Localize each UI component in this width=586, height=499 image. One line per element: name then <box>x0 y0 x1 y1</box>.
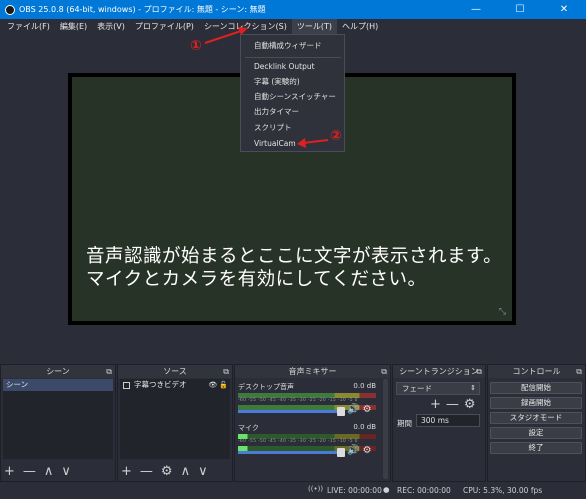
slider-handle[interactable] <box>337 407 345 416</box>
mixer-channel-desktop-audio: デスクトップ音声 0.0 dB -60 -55 -50 -45 -40 -35 … <box>238 382 376 416</box>
controls-dock-header: コントロール ⧉ <box>488 365 585 378</box>
start-streaming-button[interactable]: 配信開始 <box>490 382 582 394</box>
annotation-number-one: ① <box>190 38 202 54</box>
add-icon[interactable]: + <box>121 464 132 479</box>
mixer-dock-header: 音声ミキサー ⧉ <box>235 365 390 378</box>
cpu-fps-readout: CPU: 5.3%, 30.00 fps <box>463 486 543 495</box>
transition-selected: フェード <box>402 384 432 393</box>
speaker-icon[interactable]: 🔊 <box>347 404 359 415</box>
sources-toolbar: + — ⚙ ∧ ∨ <box>121 464 208 479</box>
annotation-number-two: ② <box>330 128 342 144</box>
mixer-scrollbar[interactable] <box>383 379 388 479</box>
select-arrow-icon: ⇕ <box>470 384 476 392</box>
remove-icon[interactable]: — <box>446 397 459 412</box>
remove-icon[interactable]: — <box>140 464 153 479</box>
settings-button[interactable]: 設定 <box>490 427 582 439</box>
channel-level: 0.0 dB <box>353 382 376 390</box>
add-icon[interactable]: + <box>4 464 15 479</box>
scenes-dock: シーン ⧉ シーン + — ∧ ∨ <box>0 364 116 482</box>
transitions-dock-title: シーントランジション <box>399 367 479 376</box>
slider-handle[interactable] <box>337 448 345 457</box>
source-name: 字幕つきビデオ <box>134 380 187 389</box>
move-up-icon[interactable]: ∧ <box>44 464 54 479</box>
popout-icon[interactable]: ⧉ <box>576 365 582 378</box>
move-up-icon[interactable]: ∧ <box>181 464 191 479</box>
gear-icon[interactable]: ⚙ <box>363 445 372 456</box>
popout-icon[interactable]: ⧉ <box>381 365 387 378</box>
list-item[interactable]: 字幕つきビデオ 👁 🔓 <box>120 379 230 391</box>
rec-indicator-icon: ● <box>383 485 390 494</box>
scenes-list[interactable]: シーン <box>3 379 113 459</box>
gear-icon[interactable]: ⚙ <box>363 404 372 415</box>
sources-dock-title: ソース <box>163 367 187 376</box>
volume-slider[interactable] <box>238 407 345 416</box>
transition-select[interactable]: フェード ⇕ <box>396 382 480 395</box>
sources-list[interactable]: 字幕つきビデオ 👁 🔓 <box>120 379 230 459</box>
popout-icon[interactable]: ⧉ <box>223 365 229 378</box>
volume-slider[interactable] <box>238 448 345 457</box>
live-timer: LIVE: 00:00:00 <box>327 486 382 495</box>
gear-icon[interactable]: ⚙ <box>464 397 476 412</box>
channel-name: マイク <box>238 424 259 432</box>
move-down-icon[interactable]: ∨ <box>198 464 208 479</box>
sources-dock-header: ソース ⧉ <box>118 365 232 378</box>
list-item[interactable]: シーン <box>3 379 113 391</box>
add-icon[interactable]: + <box>430 397 441 412</box>
mixer-channel-mic: マイク 0.0 dB -60 -55 -50 -45 -40 -35 -30 -… <box>238 423 376 457</box>
status-bar: ((•)) LIVE: 00:00:00 ● REC: 00:00:00 CPU… <box>0 482 586 499</box>
channel-name: デスクトップ音声 <box>238 383 294 391</box>
start-recording-button[interactable]: 録画開始 <box>490 397 582 409</box>
mixer-dock-title: 音声ミキサー <box>288 367 337 376</box>
scenes-dock-title: シーン <box>46 367 70 376</box>
exit-button[interactable]: 終了 <box>490 442 582 454</box>
scenes-toolbar: + — ∧ ∨ <box>4 464 71 479</box>
scenes-dock-header: シーン ⧉ <box>1 365 115 378</box>
studio-mode-button[interactable]: スタジオモード <box>490 412 582 424</box>
transition-toolbar: + — ⚙ <box>430 397 476 412</box>
popout-icon[interactable]: ⧉ <box>106 365 112 378</box>
move-down-icon[interactable]: ∨ <box>61 464 71 479</box>
live-indicator-icon: ((•)) <box>308 485 324 493</box>
eye-icon[interactable]: 👁 <box>208 379 217 391</box>
lock-icon[interactable]: 🔓 <box>219 379 228 391</box>
video-source-icon <box>123 381 130 389</box>
remove-icon[interactable]: — <box>23 464 36 479</box>
duration-label: 期間 <box>397 419 412 428</box>
duration-input[interactable]: 300 ms <box>416 414 480 427</box>
rec-timer: REC: 00:00:00 <box>397 486 451 495</box>
channel-level: 0.0 dB <box>353 423 376 431</box>
audio-mixer-dock: 音声ミキサー ⧉ デスクトップ音声 0.0 dB -60 -55 -50 -45… <box>234 364 391 482</box>
controls-dock-title: コントロール <box>512 367 561 376</box>
gear-icon[interactable]: ⚙ <box>161 464 173 479</box>
speaker-icon[interactable]: 🔊 <box>347 445 359 456</box>
popout-icon[interactable]: ⧉ <box>476 365 482 378</box>
transitions-dock-header: シーントランジション ⧉ <box>393 365 485 378</box>
sources-dock: ソース ⧉ 字幕つきビデオ 👁 🔓 + — ⚙ ∧ ∨ <box>117 364 233 482</box>
